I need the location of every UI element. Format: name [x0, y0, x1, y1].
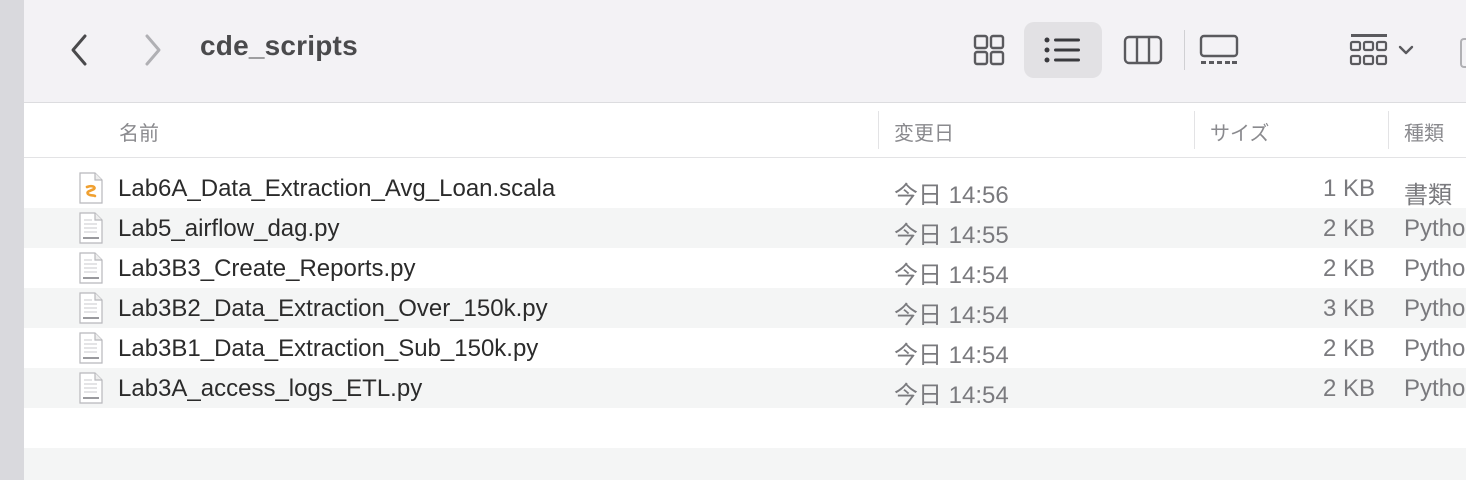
python-file-icon [79, 332, 103, 364]
column-divider[interactable] [878, 111, 879, 149]
file-name: Lab3B1_Data_Extraction_Sub_150k.py [118, 335, 539, 362]
python-file-icon [79, 372, 103, 404]
scala-file-icon [79, 172, 103, 204]
back-button[interactable] [60, 28, 100, 72]
window-title: cde_scripts [200, 30, 358, 61]
file-modified: 今日 14:56 [894, 182, 1009, 209]
file-size: 2 KB [1322, 335, 1375, 362]
file-size: 3 KB [1322, 295, 1375, 322]
file-kind: 書類 [1404, 182, 1452, 209]
file-size: 1 KB [1322, 175, 1375, 202]
columns-icon [1123, 35, 1163, 65]
file-kind: Pytho [1404, 255, 1466, 282]
python-file-icon [79, 292, 103, 324]
grid-icon [973, 34, 1005, 66]
file-modified: 今日 14:54 [894, 342, 1009, 369]
gallery-view-button[interactable] [1194, 22, 1244, 78]
column-kind-header[interactable]: 種類 [1404, 117, 1444, 146]
gallery-icon [1199, 34, 1239, 64]
file-kind: Pytho [1404, 215, 1466, 242]
partial-toolbar-button[interactable] [1460, 38, 1466, 68]
column-divider[interactable] [1194, 111, 1195, 149]
file-row[interactable]: Lab6A_Data_Extraction_Avg_Loan.scala 今日 … [24, 168, 1466, 209]
list-view-button[interactable] [1024, 22, 1102, 78]
python-file-icon [79, 212, 103, 244]
file-modified: 今日 14:55 [894, 222, 1009, 249]
chevron-right-icon [145, 34, 161, 66]
toolbar: cde_scripts [24, 0, 1466, 103]
file-size: 2 KB [1322, 255, 1375, 282]
column-modified-header[interactable]: 変更日 [894, 117, 954, 146]
chevron-down-icon [1398, 45, 1414, 55]
file-name: Lab6A_Data_Extraction_Avg_Loan.scala [118, 175, 556, 202]
forward-button[interactable] [132, 28, 172, 72]
file-name: Lab5_airflow_dag.py [118, 215, 340, 242]
python-file-icon [79, 252, 103, 284]
file-row[interactable]: Lab5_airflow_dag.py 今日 14:55 2 KB Pytho [24, 208, 1466, 249]
file-modified: 今日 14:54 [894, 262, 1009, 289]
file-row[interactable]: Lab3B1_Data_Extraction_Sub_150k.py 今日 14… [24, 328, 1466, 369]
empty-list-area [24, 448, 1466, 480]
column-size-header[interactable]: サイズ [1210, 117, 1269, 146]
column-view-button[interactable] [1118, 22, 1168, 78]
file-modified: 今日 14:54 [894, 382, 1009, 409]
file-list: Lab6A_Data_Extraction_Avg_Loan.scala 今日 … [24, 168, 1466, 409]
list-icon [1044, 37, 1080, 63]
file-name: Lab3A_access_logs_ETL.py [118, 375, 423, 402]
group-by-button[interactable] [1342, 22, 1422, 78]
column-name-header[interactable]: 名前 [119, 117, 159, 146]
icon-view-button[interactable] [964, 22, 1014, 78]
file-size: 2 KB [1322, 215, 1375, 242]
file-kind: Pytho [1404, 295, 1466, 322]
file-kind: Pytho [1404, 335, 1466, 362]
file-kind: Pytho [1404, 375, 1466, 402]
file-size: 2 KB [1322, 375, 1375, 402]
file-name: Lab3B3_Create_Reports.py [118, 255, 416, 282]
chevron-left-icon [71, 34, 87, 66]
group-by-icon [1349, 34, 1388, 66]
file-row[interactable]: Lab3B3_Create_Reports.py 今日 14:54 2 KB P… [24, 248, 1466, 289]
file-name: Lab3B2_Data_Extraction_Over_150k.py [118, 295, 548, 322]
file-modified: 今日 14:54 [894, 302, 1009, 329]
file-row[interactable]: Lab3B2_Data_Extraction_Over_150k.py 今日 1… [24, 288, 1466, 329]
file-row[interactable]: Lab3A_access_logs_ETL.py 今日 14:54 2 KB P… [24, 368, 1466, 409]
sidebar-edge [0, 0, 24, 480]
toolbar-separator [1184, 30, 1185, 70]
column-header: 名前 変更日 サイズ 種類 [24, 103, 1466, 158]
column-divider[interactable] [1388, 111, 1389, 149]
